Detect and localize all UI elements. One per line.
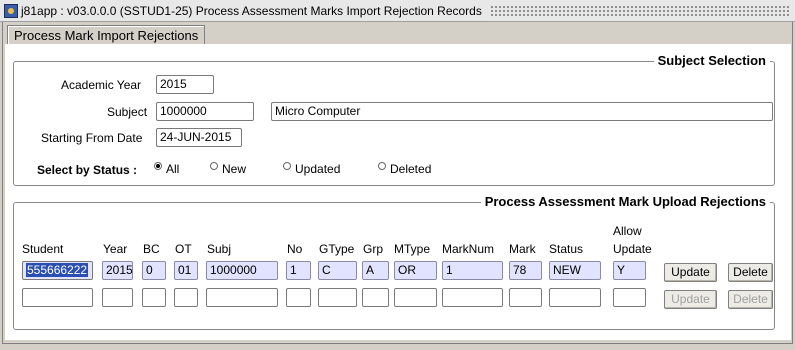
tab-process-mark-import-rejections[interactable]: Process Mark Import Rejections	[7, 25, 206, 45]
row-1-gtype-input[interactable]: C	[318, 261, 357, 280]
main-window: Process Mark Import Rejections Subject S…	[2, 22, 793, 344]
header-mark: Mark	[509, 242, 536, 256]
row-1-status-input[interactable]: NEW	[549, 261, 601, 280]
start-date-input[interactable]: 24-JUN-2015	[156, 128, 242, 147]
status-filter-label: Select by Status :	[37, 163, 138, 177]
window-bottom-edge	[0, 344, 795, 350]
row-2-marknum-input[interactable]	[442, 288, 503, 307]
header-bc: BC	[143, 242, 160, 256]
row-1-allow-update-input[interactable]: Y	[613, 261, 646, 280]
row-2-ot-input[interactable]	[174, 288, 198, 307]
header-marknum: MarkNum	[442, 242, 495, 256]
subject-label: Subject	[107, 105, 148, 119]
row-2-grp-input[interactable]	[362, 288, 389, 307]
subject-selection-title: Subject Selection	[653, 53, 770, 68]
row-2-gtype-input[interactable]	[318, 288, 357, 307]
subject-name-input[interactable]: Micro Computer	[271, 102, 773, 121]
app-icon	[4, 3, 18, 18]
row-1-grp-input[interactable]: A	[362, 261, 389, 280]
row-1-year-input[interactable]: 2015	[102, 261, 133, 280]
row-2-allow-update-input[interactable]	[613, 288, 646, 307]
row-1-bc-input[interactable]: 0	[142, 261, 166, 280]
row-2-year-input[interactable]	[102, 288, 133, 307]
rejections-title: Process Assessment Mark Upload Rejection…	[480, 194, 770, 209]
rejections-group: Process Assessment Mark Upload Rejection…	[13, 194, 775, 330]
row-1-no-input[interactable]: 1	[286, 261, 311, 280]
row-2-status-input[interactable]	[549, 288, 601, 307]
row-1-marknum-input[interactable]: 1	[442, 261, 503, 280]
window-title: j81app : v03.0.0.0 (SSTUD1-25) Process A…	[21, 3, 482, 18]
row-1-ot-input[interactable]: 01	[174, 261, 198, 280]
row-2-mtype-input[interactable]	[394, 288, 437, 307]
row-2-delete-button[interactable]: Delete	[728, 290, 773, 309]
start-date-label: Starting From Date	[41, 131, 143, 145]
header-student: Student	[22, 242, 64, 256]
row-2-student-input[interactable]	[22, 288, 93, 307]
header-mtype: MType	[394, 242, 431, 256]
radio-unselected-icon	[378, 162, 386, 170]
subject-code-input[interactable]: 1000000	[156, 102, 254, 121]
radio-selected-icon	[154, 162, 162, 170]
header-status: Status	[549, 242, 584, 256]
row-2-mark-input[interactable]	[509, 288, 542, 307]
header-gtype: GType	[319, 242, 355, 256]
row-1-update-button[interactable]: Update	[664, 263, 717, 282]
row-1-subj-input[interactable]: 1000000	[206, 261, 278, 280]
radio-unselected-icon	[210, 162, 218, 170]
row-1-mtype-input[interactable]: OR	[394, 261, 437, 280]
row-1-delete-button[interactable]: Delete	[728, 263, 773, 282]
row-1-mark-input[interactable]: 78	[509, 261, 542, 280]
header-ot: OT	[175, 242, 192, 256]
status-radio-new[interactable]: New	[210, 162, 246, 176]
title-bar: j81app : v03.0.0.0 (SSTUD1-25) Process A…	[0, 0, 795, 22]
header-allow-update-1: Allow	[613, 224, 642, 238]
row-2-subj-input[interactable]	[206, 288, 278, 307]
academic-year-input[interactable]: 2015	[156, 75, 214, 94]
status-radio-all[interactable]: All	[154, 162, 179, 176]
header-no: No	[287, 242, 303, 256]
row-2-update-button[interactable]: Update	[664, 290, 717, 309]
header-year: Year	[103, 242, 128, 256]
status-radio-deleted[interactable]: Deleted	[378, 162, 431, 176]
status-radio-updated[interactable]: Updated	[283, 162, 340, 176]
academic-year-label: Academic Year	[61, 78, 142, 92]
header-grp: Grp	[363, 242, 384, 256]
row-2-bc-input[interactable]	[142, 288, 166, 307]
tab-panel: Subject Selection Academic Year 2015 Sub…	[5, 44, 791, 340]
header-subj: Subj	[207, 242, 232, 256]
header-allow-update-2: Update	[613, 242, 652, 256]
title-bar-drag-area[interactable]	[489, 4, 789, 17]
row-1-student-input[interactable]: 555666222	[22, 261, 93, 280]
radio-unselected-icon	[283, 162, 291, 170]
row-2-no-input[interactable]	[286, 288, 311, 307]
subject-selection-group: Subject Selection Academic Year 2015 Sub…	[13, 53, 775, 186]
